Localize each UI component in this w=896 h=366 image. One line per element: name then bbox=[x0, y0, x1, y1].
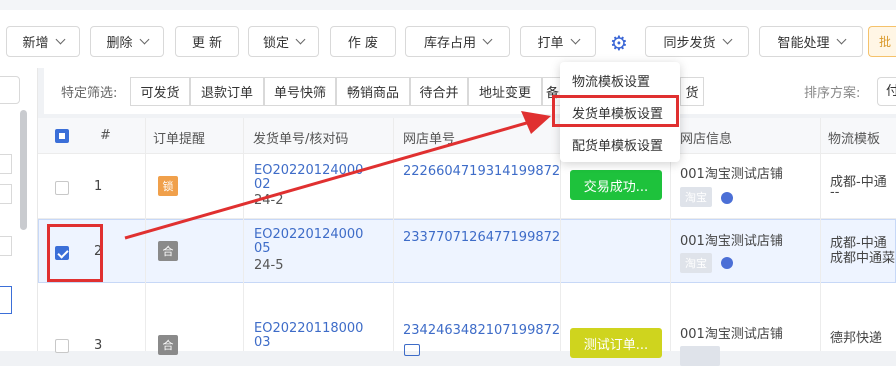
table-body: 1 锁 EO20220124000 02 24-2 22266047193141… bbox=[38, 154, 896, 366]
column-divider bbox=[145, 118, 146, 351]
column-header-index: # bbox=[100, 128, 111, 143]
check-code: 24-2 bbox=[254, 193, 284, 208]
platform-tag: 淘宝 bbox=[680, 187, 712, 207]
smart-process-button[interactable]: 智能处理 bbox=[759, 26, 863, 57]
check-code: 24-5 bbox=[254, 258, 284, 273]
toolbar: 新增 删除 更 新 锁定 作 废 库存占用 打单 ⚙ 同步发货 智能处理 bbox=[0, 10, 896, 68]
sync-ship-button[interactable]: 同步发货 bbox=[645, 26, 749, 57]
add-button-label: 新增 bbox=[22, 36, 49, 51]
logistics-template-alt: -- bbox=[830, 185, 840, 200]
filter-bar: 特定筛选: 可发货 退款订单 单号快筛 畅销商品 待合并 地址变更 备 货 排序… bbox=[44, 68, 896, 114]
column-divider bbox=[393, 118, 394, 351]
platform-tag bbox=[680, 346, 720, 366]
print-button[interactable]: 打单 bbox=[520, 26, 596, 57]
shop-order-link[interactable]: 2337707126477199872 bbox=[403, 231, 560, 245]
order-number-link[interactable]: EO20220124000 bbox=[254, 228, 363, 242]
logistics-template: 德邦快递 bbox=[830, 331, 883, 346]
column-divider bbox=[820, 118, 821, 351]
inventory-button-label: 库存占用 bbox=[423, 36, 476, 51]
void-button[interactable]: 作 废 bbox=[330, 26, 396, 57]
batch-button-label: 批 bbox=[879, 35, 892, 49]
round-avatar-icon bbox=[721, 192, 733, 204]
platform-tag: 淘宝 bbox=[680, 253, 712, 273]
chevron-down-icon bbox=[722, 34, 732, 45]
shop-name: 001淘宝测试店铺 bbox=[680, 234, 783, 249]
annotation-highlight-menu-item bbox=[552, 95, 679, 127]
lock-button-label: 锁定 bbox=[262, 36, 289, 51]
left-scrollbar[interactable] bbox=[20, 110, 27, 230]
add-button[interactable]: 新增 bbox=[6, 26, 80, 57]
logistics-template-alt: 成都中通菜 bbox=[830, 251, 896, 266]
table-row[interactable]: 3 合 EO20220118000 03 2342463482107199872… bbox=[38, 283, 896, 366]
inventory-button[interactable]: 库存占用 bbox=[405, 26, 510, 57]
order-number-link[interactable]: EO20220118000 bbox=[254, 322, 363, 336]
menu-item-picking-template[interactable]: 配货单模板设置 bbox=[560, 128, 680, 160]
filter-chip[interactable]: 货 bbox=[680, 77, 704, 106]
merge-tag: 合 bbox=[158, 241, 178, 261]
table-row[interactable]: 2 合 EO20220124000 05 24-5 23377071264771… bbox=[38, 219, 896, 283]
sort-label: 排序方案: bbox=[804, 86, 861, 101]
order-number-link[interactable]: EO20220124000 bbox=[254, 164, 363, 178]
filter-chip[interactable]: 畅销商品 bbox=[336, 77, 410, 106]
sync-ship-button-label: 同步发货 bbox=[663, 36, 716, 51]
delete-button[interactable]: 删除 bbox=[90, 26, 164, 57]
gear-icon[interactable]: ⚙ bbox=[608, 32, 630, 54]
lock-tag: 锁 bbox=[158, 176, 178, 196]
delete-button-label: 删除 bbox=[106, 36, 133, 51]
shop-order-link[interactable]: 2226604719314199872 bbox=[403, 165, 560, 179]
row-index: 1 bbox=[94, 179, 103, 194]
order-number-link[interactable]: 05 bbox=[254, 242, 271, 256]
order-number-link[interactable]: 03 bbox=[254, 336, 271, 350]
filter-chip[interactable]: 地址变更 bbox=[468, 77, 542, 106]
update-button[interactable]: 更 新 bbox=[175, 26, 239, 57]
chevron-down-icon bbox=[139, 34, 149, 45]
shop-order-link[interactable]: 2342463482107199872 bbox=[403, 324, 560, 338]
chevron-down-icon bbox=[570, 34, 580, 45]
print-button-label: 打单 bbox=[537, 36, 564, 51]
column-header-shop-info: 网店信息 bbox=[680, 132, 733, 147]
filter-chip[interactable]: 可发货 bbox=[130, 77, 190, 106]
chevron-down-icon bbox=[295, 34, 306, 45]
shop-name: 001淘宝测试店铺 bbox=[680, 327, 783, 342]
row-checkbox[interactable] bbox=[55, 181, 69, 195]
trade-status-badge[interactable]: 测试订单... bbox=[570, 328, 662, 358]
merge-tag: 合 bbox=[158, 335, 178, 355]
left-panel bbox=[0, 68, 38, 351]
filter-chip[interactable]: 单号快筛 bbox=[264, 77, 336, 106]
menu-item-logistics-template[interactable]: 物流模板设置 bbox=[560, 64, 680, 96]
shop-name: 001淘宝测试店铺 bbox=[680, 167, 783, 182]
filter-label: 特定筛选: bbox=[61, 86, 118, 101]
left-control[interactable] bbox=[0, 236, 12, 256]
round-avatar-icon bbox=[721, 257, 733, 269]
column-header-shop-order: 网店单号 bbox=[403, 132, 456, 147]
column-header-reminder: 订单提醒 bbox=[153, 132, 206, 147]
sort-select[interactable]: 付 bbox=[877, 77, 896, 106]
chevron-down-icon bbox=[55, 34, 65, 45]
left-control[interactable] bbox=[0, 154, 12, 174]
column-header-logistics: 物流模板 bbox=[828, 132, 881, 147]
left-control[interactable] bbox=[0, 184, 12, 204]
select-all-checkbox[interactable] bbox=[55, 129, 69, 143]
table-header: # 订单提醒 发货单号/核对码 网店单号 网店信息 物流模板 bbox=[38, 118, 896, 154]
edit-icon[interactable] bbox=[404, 344, 420, 356]
chevron-down-icon bbox=[836, 34, 846, 45]
batch-button-partial[interactable]: 批 bbox=[868, 26, 896, 57]
trade-status-badge[interactable]: 交易成功... bbox=[570, 170, 662, 200]
chevron-down-icon bbox=[482, 34, 493, 45]
left-control[interactable] bbox=[0, 286, 12, 314]
column-divider bbox=[243, 118, 244, 351]
top-strip bbox=[0, 0, 896, 10]
table-row[interactable]: 1 锁 EO20220124000 02 24-2 22266047193141… bbox=[38, 154, 896, 219]
lock-button[interactable]: 锁定 bbox=[248, 26, 319, 57]
filter-chip[interactable]: 退款订单 bbox=[190, 77, 264, 106]
filter-chip[interactable]: 待合并 bbox=[410, 77, 468, 106]
order-number-link[interactable]: 02 bbox=[254, 178, 271, 192]
left-select[interactable] bbox=[0, 76, 20, 104]
annotation-highlight-checkbox bbox=[47, 224, 103, 282]
column-header-order-no: 发货单号/核对码 bbox=[253, 132, 349, 147]
update-button-label: 更 新 bbox=[191, 36, 223, 51]
smart-process-button-label: 智能处理 bbox=[777, 36, 830, 51]
void-button-label: 作 废 bbox=[347, 36, 379, 51]
